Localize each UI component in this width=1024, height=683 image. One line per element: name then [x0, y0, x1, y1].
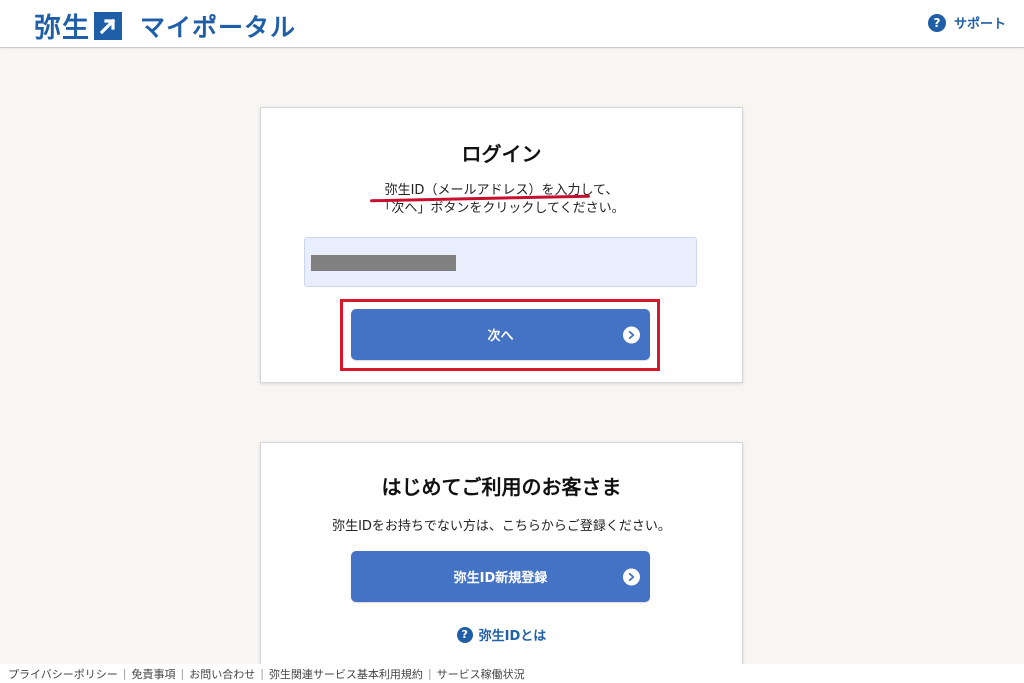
what-is-yayoi-id-link[interactable]: ? 弥生IDとは	[261, 625, 742, 644]
logo-arrow-icon	[94, 11, 122, 40]
new-user-title: はじめてご利用のお客さま	[381, 475, 622, 499]
footer-link-privacy[interactable]: プライバシーポリシー	[8, 666, 118, 682]
new-user-description: 弥生IDをお持ちでない方は、こちらからご登録ください。	[332, 519, 671, 534]
footer-link-terms[interactable]: 弥生関連サービス基本利用規約	[269, 666, 423, 682]
footer-link-status[interactable]: サービス稼働状況	[437, 666, 525, 682]
header: 弥生 マイポータル ? サポート	[0, 0, 1024, 48]
footer-link-disclaimer[interactable]: 免責事項	[132, 666, 176, 682]
logo[interactable]: 弥生 マイポータル	[34, 6, 296, 45]
arrow-right-circle-icon	[623, 568, 640, 585]
login-instruction-line2: 「次へ」ボタンをクリックしてください。	[378, 201, 625, 216]
register-button[interactable]: 弥生ID新規登録	[351, 551, 650, 602]
footer-link-contact[interactable]: お問い合わせ	[189, 666, 255, 682]
yayoi-id-field[interactable]	[304, 237, 697, 287]
logo-brand: 弥生	[34, 13, 90, 44]
question-circle-icon: ?	[927, 13, 946, 32]
register-button-label: 弥生ID新規登録	[453, 571, 548, 586]
question-circle-icon: ?	[456, 626, 473, 643]
support-label: サポート	[953, 17, 1006, 32]
arrow-right-circle-icon	[623, 326, 640, 343]
login-title: ログイン	[461, 142, 542, 166]
next-button[interactable]: 次へ	[351, 309, 650, 360]
new-user-card: はじめてご利用のお客さま 弥生IDをお持ちでない方は、こちらからご登録ください。…	[260, 442, 743, 665]
app-title: マイポータル	[140, 12, 297, 42]
support-link[interactable]: ? サポート	[927, 13, 1006, 32]
login-card: ログイン 弥生ID（メールアドレス）を入力して、 「次へ」ボタンをクリックしてく…	[260, 107, 743, 383]
login-instruction: 弥生ID（メールアドレス）を入力して、 「次へ」ボタンをクリックしてください。	[261, 182, 742, 218]
footer: プライバシーポリシー | 免責事項 | お問い合わせ | 弥生関連サービス基本利…	[0, 664, 1024, 683]
help-link-label: 弥生IDとは	[478, 629, 547, 644]
masked-value	[311, 255, 456, 271]
next-button-label: 次へ	[487, 329, 514, 344]
